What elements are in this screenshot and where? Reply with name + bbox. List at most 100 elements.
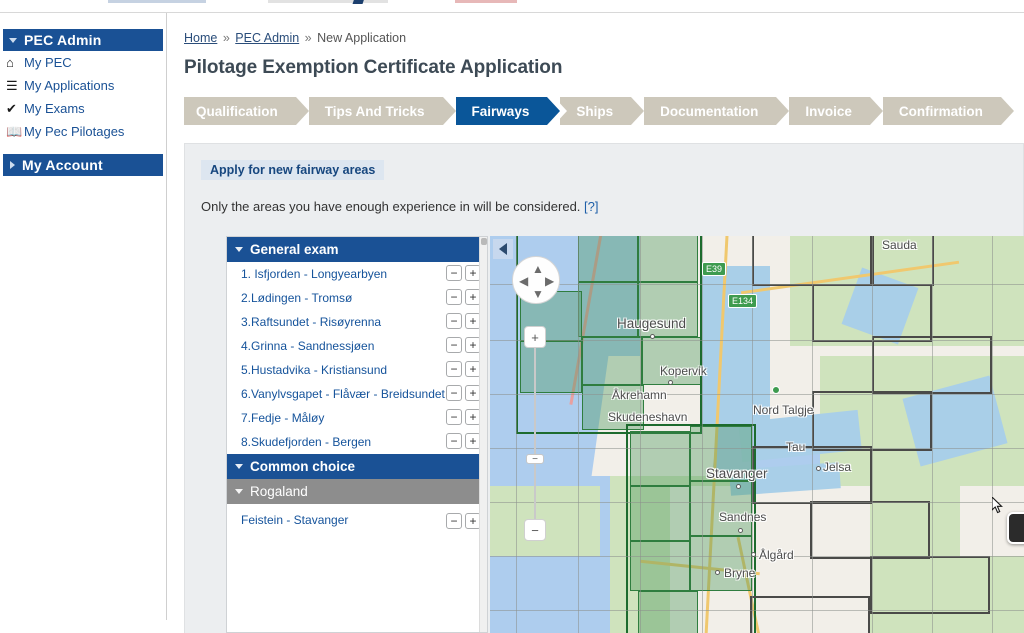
tab-fairways[interactable]: Fairways xyxy=(455,97,568,125)
sidebar-item-my-exams[interactable]: ✔ My Exams xyxy=(0,97,166,120)
fairway-row[interactable]: 7.Fedje - Måløy − + xyxy=(227,406,487,430)
mouse-cursor xyxy=(992,497,1003,514)
map-city-dot xyxy=(715,570,720,575)
fairway-list: General exam 1. Isfjorden - Longyearbyen… xyxy=(226,236,488,633)
fairway-row[interactable]: 5.Hustadvika - Kristiansund − + xyxy=(227,358,487,382)
caret-down-icon xyxy=(235,489,243,494)
tab-documentation[interactable]: Documentation xyxy=(644,97,796,125)
remove-button[interactable]: − xyxy=(446,361,462,377)
breadcrumb-pec-admin[interactable]: PEC Admin xyxy=(235,31,299,45)
main-content: Home » PEC Admin » New Application Pilot… xyxy=(168,13,1024,633)
map-zoom-slider[interactable]: + − − xyxy=(524,326,546,541)
map-label: Nord Talgje xyxy=(753,403,814,417)
help-link[interactable]: [?] xyxy=(584,199,598,214)
tab-confirmation[interactable]: Confirmation xyxy=(882,97,1020,125)
layers-icon: ☰ xyxy=(6,77,18,93)
map-pan-control[interactable]: ▲ ▼ ◀ ▶ xyxy=(512,256,560,304)
tab-invoice[interactable]: Invoice xyxy=(789,97,889,125)
sidebar-item-label: My PEC xyxy=(24,55,72,70)
breadcrumb-current: New Application xyxy=(317,31,407,45)
map-city-dot xyxy=(650,334,655,339)
fairway-list-scrollbar[interactable] xyxy=(479,237,487,632)
fairway-map[interactable]: Sauda E39 E134 Haugesund Kopervik Åkreha… xyxy=(490,236,1024,633)
breadcrumb: Home » PEC Admin » New Application xyxy=(184,31,406,45)
panel-tab-apply-fairway-areas[interactable]: Apply for new fairway areas xyxy=(201,160,385,180)
tab-qualification[interactable]: Qualification xyxy=(184,97,315,125)
zoom-slider-track[interactable] xyxy=(534,338,536,534)
remove-button[interactable]: − xyxy=(446,313,462,329)
caret-down-icon xyxy=(235,464,243,469)
map-label: Tau xyxy=(786,440,806,454)
fairway-row-buttons: − + xyxy=(446,409,481,425)
pan-left-icon[interactable]: ◀ xyxy=(519,275,528,287)
pan-down-icon[interactable]: ▼ xyxy=(532,288,544,300)
pan-up-icon[interactable]: ▲ xyxy=(532,263,544,275)
map-collapse-panel-button[interactable] xyxy=(493,239,513,259)
map-poi-icon xyxy=(772,386,780,394)
sidebar-item-my-pec[interactable]: ⌂ My PEC xyxy=(0,51,166,74)
map-label: Sauda xyxy=(882,238,917,252)
fairway-row[interactable]: 2.Lødingen - Tromsø − + xyxy=(227,286,487,310)
caret-right-icon xyxy=(10,161,15,169)
map-label: Stavanger xyxy=(706,466,768,481)
fairway-row[interactable]: 4.Grinna - Sandnessjøen − + xyxy=(227,334,487,358)
remove-button[interactable]: − xyxy=(446,289,462,305)
breadcrumb-separator: » xyxy=(304,31,312,45)
fairway-group-label: Common choice xyxy=(250,459,356,474)
zoom-in-button[interactable]: + xyxy=(524,326,546,348)
cut-off-header-strip xyxy=(0,0,1024,13)
page-title: Pilotage Exemption Certificate Applicati… xyxy=(184,57,563,78)
fairway-row-buttons: − + xyxy=(446,361,481,377)
tab-ships[interactable]: Ships xyxy=(560,97,650,125)
remove-button[interactable]: − xyxy=(446,409,462,425)
sidebar-item-my-pec-pilotages[interactable]: 📖 My Pec Pilotages xyxy=(0,120,166,143)
breadcrumb-separator: » xyxy=(222,31,230,45)
tab-label: Tips And Tricks xyxy=(324,103,425,119)
tab-label: Fairways xyxy=(471,103,530,119)
wizard-tab-strip: Qualification Tips And Tricks Fairways S… xyxy=(184,97,1020,125)
sidebar-header-my-account[interactable]: My Account xyxy=(3,154,163,176)
remove-button[interactable]: − xyxy=(446,265,462,281)
fairway-row-buttons: − + xyxy=(446,289,481,305)
fairway-group-rogaland[interactable]: Rogaland xyxy=(227,479,487,504)
breadcrumb-home[interactable]: Home xyxy=(184,31,217,45)
zoom-slider-handle[interactable]: − xyxy=(526,454,544,465)
zoom-out-button[interactable]: − xyxy=(524,519,546,541)
book-icon: 📖 xyxy=(6,123,23,139)
sidebar-item-label: My Exams xyxy=(24,101,85,116)
fairway-row[interactable]: 8.Skudefjorden - Bergen − + xyxy=(227,430,487,454)
fairway-row[interactable]: 1. Isfjorden - Longyearbyen − + xyxy=(227,262,487,286)
caret-down-icon xyxy=(235,247,243,252)
remove-button[interactable]: − xyxy=(446,337,462,353)
fairway-row-buttons: − + xyxy=(446,265,481,281)
fairway-row[interactable]: Feistein - Stavanger − + xyxy=(227,508,487,532)
pan-right-icon[interactable]: ▶ xyxy=(545,275,554,287)
scrollbar-thumb[interactable] xyxy=(481,238,487,245)
fairway-row[interactable]: 3.Raftsundet - Risøyrenna − + xyxy=(227,310,487,334)
map-road-shield: E134 xyxy=(728,294,758,308)
sidebar-header-label: PEC Admin xyxy=(24,32,102,48)
sidebar-header-pec-admin[interactable]: PEC Admin xyxy=(3,29,163,51)
tab-label: Confirmation xyxy=(898,103,983,119)
fairway-group-common-choice[interactable]: Common choice xyxy=(227,454,487,479)
map-label: Haugesund xyxy=(617,316,687,331)
fairway-row-buttons: − + xyxy=(446,313,481,329)
panel-note-text: Only the areas you have enough experienc… xyxy=(201,199,581,214)
sidebar-item-my-applications[interactable]: ☰ My Applications xyxy=(0,74,166,97)
fairway-row[interactable]: 6.Vanylvsgapet - Flåvær - Breidsundet − … xyxy=(227,382,487,406)
map-city-dot xyxy=(736,484,741,489)
remove-button[interactable]: − xyxy=(446,513,462,529)
fairways-panel: Apply for new fairway areas Only the are… xyxy=(184,143,1024,633)
panel-tab-label: Apply for new fairway areas xyxy=(210,163,376,177)
check-icon: ✔ xyxy=(6,100,17,116)
sidebar-header-label: My Account xyxy=(22,157,103,173)
tab-tips-and-tricks[interactable]: Tips And Tricks xyxy=(308,97,462,125)
header-ghost-text xyxy=(268,0,388,3)
map-label: Åkrehamn xyxy=(612,388,667,402)
map-label: Sandnes xyxy=(719,510,767,524)
remove-button[interactable]: − xyxy=(446,385,462,401)
header-ghost-logo xyxy=(108,0,206,3)
tab-label: Ships xyxy=(576,103,614,119)
fairway-group-general-exam[interactable]: General exam xyxy=(227,237,487,262)
remove-button[interactable]: − xyxy=(446,433,462,449)
